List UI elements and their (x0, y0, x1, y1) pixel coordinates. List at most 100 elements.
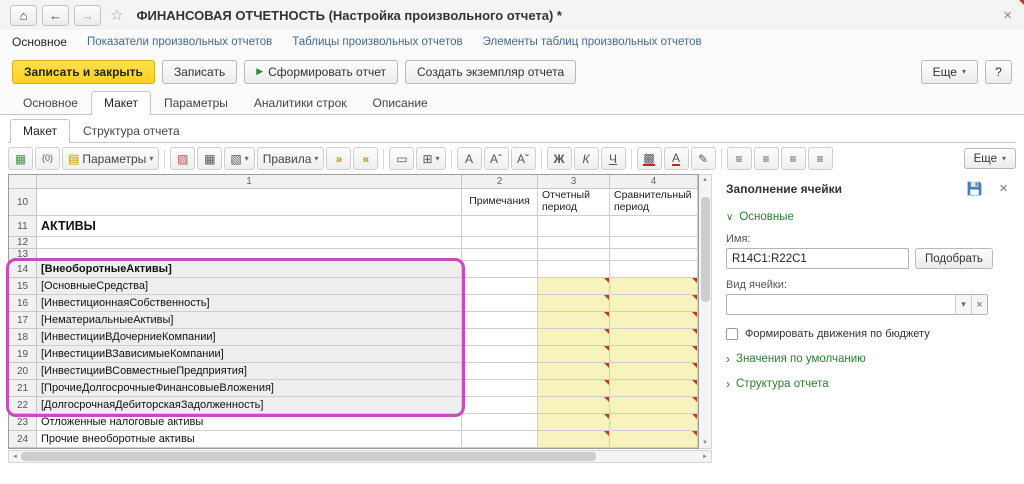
panel-close-icon[interactable]: × (995, 180, 1012, 197)
vertical-scrollbar[interactable]: ▲ ▼ (699, 174, 712, 449)
nav-link-table-elements[interactable]: Элементы таблиц произвольных отчетов (483, 36, 702, 48)
italic-button[interactable]: К (574, 147, 599, 170)
cell[interactable]: Отложенные налоговые активы (37, 414, 462, 431)
tab-layout[interactable]: Макет (91, 91, 151, 115)
cell[interactable] (462, 414, 538, 431)
cell[interactable] (538, 312, 610, 329)
cell[interactable] (610, 216, 698, 237)
cell[interactable] (610, 363, 698, 380)
collapse-groups-button[interactable]: « (353, 147, 378, 170)
defaults-section-link[interactable]: › Значения по умолчанию (726, 353, 1012, 365)
cell[interactable] (538, 237, 610, 249)
help-button[interactable]: ? (985, 60, 1012, 84)
align-left-button[interactable]: ≡ (727, 147, 752, 170)
cell[interactable] (610, 261, 698, 278)
cell[interactable] (610, 237, 698, 249)
cell[interactable]: Сравнительный период (610, 189, 698, 216)
cell[interactable] (462, 216, 538, 237)
combo-dropdown-icon[interactable]: ▾ (955, 295, 971, 314)
cell[interactable]: [ВнеоборотныеАктивы] (37, 261, 462, 278)
cell[interactable] (610, 431, 698, 448)
cell-kind-combo[interactable]: ▾ × (726, 294, 988, 315)
parameters-dropdown-button[interactable]: ▤ Параметры ▾ (62, 147, 159, 170)
save-and-close-button[interactable]: Записать и закрыть (12, 60, 155, 84)
picture-dropdown-button[interactable]: ▧ ▾ (224, 147, 254, 170)
cell[interactable]: [ИнвестицииВДочерниеКомпании] (37, 329, 462, 346)
row-number[interactable]: 21 (9, 380, 37, 397)
forward-button[interactable]: → (74, 5, 101, 26)
cell[interactable] (610, 414, 698, 431)
cell[interactable] (538, 329, 610, 346)
horizontal-scroll-thumb[interactable] (21, 452, 596, 461)
cell[interactable] (538, 278, 610, 295)
cell[interactable]: Примечания (462, 189, 538, 216)
tab-main[interactable]: Основное (10, 91, 91, 115)
appearance-button[interactable]: ▨ (170, 147, 195, 170)
row-number[interactable]: 24 (9, 431, 37, 448)
scroll-right-icon[interactable]: ► (702, 454, 708, 460)
row-number[interactable]: 12 (9, 237, 37, 249)
name-input[interactable] (726, 248, 909, 269)
cell[interactable] (462, 261, 538, 278)
create-instance-button[interactable]: Создать экземпляр отчета (405, 60, 576, 84)
row-number[interactable]: 13 (9, 249, 37, 261)
cell[interactable] (462, 312, 538, 329)
cell[interactable] (538, 249, 610, 261)
cell[interactable] (538, 397, 610, 414)
cell[interactable]: [ИнвестицииВСовместныеПредприятия] (37, 363, 462, 380)
cell[interactable] (610, 380, 698, 397)
cell[interactable]: Прочие внеоборотные активы (37, 431, 462, 448)
horizontal-scrollbar[interactable]: ◄ ► (8, 450, 712, 463)
back-button[interactable]: ← (42, 5, 69, 26)
rules-dropdown-button[interactable]: Правила ▾ (257, 147, 325, 170)
cell[interactable] (538, 380, 610, 397)
combo-clear-icon[interactable]: × (971, 295, 987, 314)
font-decrease-button[interactable]: Аˇ (511, 147, 536, 170)
corner-cell[interactable] (9, 175, 37, 189)
row-number[interactable]: 11 (9, 216, 37, 237)
cell[interactable] (538, 295, 610, 312)
scroll-down-icon[interactable]: ▼ (702, 440, 708, 446)
row-number[interactable]: 16 (9, 295, 37, 312)
cell[interactable]: [ПрочиеДолгосрочныеФинансовыеВложения] (37, 380, 462, 397)
cell[interactable]: АКТИВЫ (37, 216, 462, 237)
scroll-up-icon[interactable]: ▲ (702, 177, 708, 183)
underline-button[interactable]: Ч (601, 147, 626, 170)
cell[interactable] (462, 380, 538, 397)
cell[interactable] (538, 261, 610, 278)
budget-checkbox[interactable] (726, 328, 738, 340)
more-button[interactable]: Еще ▾ (921, 60, 978, 84)
row-number[interactable]: 17 (9, 312, 37, 329)
cell[interactable]: [ДолгосрочнаяДебиторскаяЗадолженность] (37, 397, 462, 414)
table-button[interactable]: ▦ (197, 147, 222, 170)
cell[interactable] (538, 414, 610, 431)
row-number[interactable]: 10 (9, 189, 37, 216)
cell[interactable] (37, 237, 462, 249)
save-layout-button[interactable]: ▦ (8, 147, 33, 170)
pick-button[interactable]: Подобрать (915, 248, 993, 269)
column-header-3[interactable]: 3 (538, 175, 610, 189)
cell[interactable] (610, 278, 698, 295)
toolbar-more-button[interactable]: Еще ▾ (964, 148, 1016, 169)
expand-groups-button[interactable]: » (326, 147, 351, 170)
section-main-toggle[interactable]: ∨ Основные (726, 211, 1012, 223)
row-number[interactable]: 19 (9, 346, 37, 363)
cell[interactable] (610, 249, 698, 261)
align-right-button[interactable]: ≡ (781, 147, 806, 170)
cell[interactable] (610, 397, 698, 414)
cell[interactable]: Отчетный период (538, 189, 610, 216)
cell[interactable] (37, 189, 462, 216)
structure-section-link[interactable]: › Структура отчета (726, 378, 1012, 390)
borders-dropdown-button[interactable]: ⊞ ▾ (416, 147, 445, 170)
scroll-left-icon[interactable]: ◄ (12, 454, 18, 460)
cell[interactable] (462, 363, 538, 380)
row-number[interactable]: 23 (9, 414, 37, 431)
cell[interactable] (462, 397, 538, 414)
window-close-icon[interactable]: × (1001, 7, 1014, 24)
align-justify-button[interactable]: ≡ (808, 147, 833, 170)
tab-row-analytics[interactable]: Аналитики строк (241, 91, 360, 115)
cell[interactable]: [ИнвестиционнаяСобственность] (37, 295, 462, 312)
cell[interactable] (462, 237, 538, 249)
align-center-button[interactable]: ≡ (754, 147, 779, 170)
tab-parameters[interactable]: Параметры (151, 91, 241, 115)
